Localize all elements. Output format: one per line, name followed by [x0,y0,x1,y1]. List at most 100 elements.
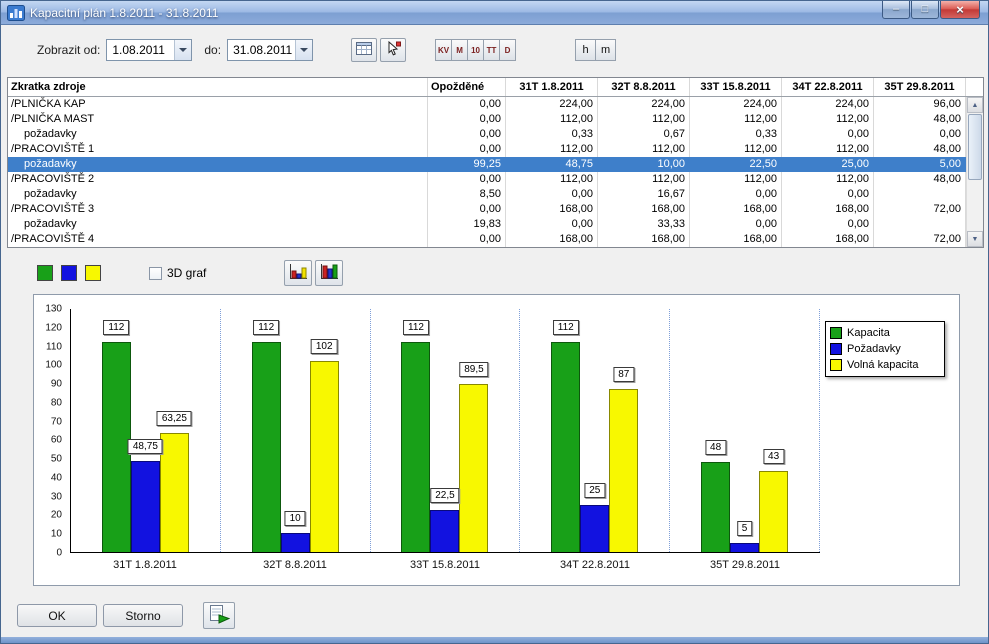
bar-volna-kapacita[interactable] [609,389,638,552]
value-cell: 112,00 [598,172,690,187]
y-tick-label: 130 [45,304,62,315]
unit-minutes-button[interactable]: m [595,39,616,61]
toolbar: Zobrazit od: 1.08.2011 do: 31.08.2011 [1,25,988,75]
column-header-resource[interactable]: Zkratka zdroje [8,78,428,96]
value-cell: 48,00 [874,172,966,187]
bar-pozadavky[interactable] [730,543,759,552]
table-row[interactable]: požadavky8,500,0016,670,000,00 [8,187,983,202]
value-cell: 0,00 [428,142,506,157]
export-excel-button[interactable] [203,602,235,629]
column-header-week-33[interactable]: 33T 15.8.2011 [690,78,782,96]
date-from-combo[interactable]: 1.08.2011 [106,39,192,61]
value-cell: 0,00 [428,202,506,217]
period-week-button[interactable]: TT [483,39,500,61]
y-tick-label: 90 [51,379,62,390]
legend-swatch[interactable] [85,265,101,281]
scroll-up-icon: ▲ [972,102,979,109]
legend-swatch[interactable] [61,265,77,281]
column-header-week-35[interactable]: 35T 29.8.2011 [874,78,966,96]
x-tick-label: 35T 29.8.2011 [670,559,820,571]
column-header-week-32[interactable]: 32T 8.8.2011 [598,78,690,96]
bar-pozadavky[interactable] [580,505,609,552]
resource-name-cell: požadavky [8,157,428,172]
bar-volna-kapacita[interactable] [759,471,788,552]
bar-slot: 5 [730,309,759,552]
app-icon [7,5,25,21]
table-row[interactable]: požadavky19,830,0033,330,000,00 [8,217,983,232]
y-tick-label: 40 [51,472,62,483]
table-row[interactable]: /PLNIČKA MAST0,00112,00112,00112,00112,0… [8,112,983,127]
pointer-tool-button[interactable] [380,38,406,62]
scroll-down-button[interactable]: ▼ [967,231,983,247]
plot-area: 11248,7563,251121010211222,589,511225874… [70,309,820,553]
chart-type-small-button[interactable] [284,260,312,286]
table-row[interactable]: /PRACOVIŠTĚ 10,00112,00112,00112,00112,0… [8,142,983,157]
bar-pozadavky[interactable] [281,533,310,552]
value-cell: 168,00 [506,232,598,247]
table-row[interactable]: /PLNIČKA KAP0,00224,00224,00224,00224,00… [8,97,983,112]
bar-slot: 48,75 [131,309,160,552]
value-cell: 0,00 [690,217,782,232]
bar-kapacita[interactable] [102,342,131,552]
window-frame-bottom [1,637,988,643]
value-cell: 16,67 [598,187,690,202]
table-row[interactable]: požadavky0,000,330,670,330,000,00 [8,127,983,142]
value-cell: 112,00 [598,142,690,157]
bar-volna-kapacita[interactable] [459,384,488,552]
period-month-button[interactable]: M [451,39,468,61]
table-row[interactable]: /PRACOVIŠTĚ 30,00168,00168,00168,00168,0… [8,202,983,217]
bar-kapacita[interactable] [252,342,281,552]
bar-volna-kapacita[interactable] [160,433,189,552]
table-body: /PLNIČKA KAP0,00224,00224,00224,00224,00… [8,97,983,247]
legend-swatch[interactable] [37,265,53,281]
checkbox-box[interactable] [149,267,162,280]
y-tick-label: 100 [45,360,62,371]
table-row[interactable]: požadavky99,2548,7510,0022,5025,005,00 [8,157,983,172]
bar-slot: 112 [401,309,430,552]
3d-graph-checkbox[interactable]: 3D graf [149,266,206,280]
bar-kapacita[interactable] [401,342,430,552]
bar-kapacita[interactable] [551,342,580,552]
value-cell [874,217,966,232]
chart-type-large-button[interactable] [315,260,343,286]
close-button[interactable]: × [940,1,980,19]
value-cell: 0,00 [874,127,966,142]
period-day-button[interactable]: D [499,39,516,61]
value-cell: 168,00 [782,232,874,247]
storno-button[interactable]: Storno [103,604,183,627]
bar-pozadavky[interactable] [131,461,160,553]
value-cell: 168,00 [782,202,874,217]
recalculate-button[interactable] [351,38,377,62]
date-from-dropdown-button[interactable] [174,40,191,60]
x-tick-label: 31T 1.8.2011 [70,559,220,571]
column-header-week-34[interactable]: 34T 22.8.2011 [782,78,874,96]
x-axis-labels: 31T 1.8.201132T 8.8.201133T 15.8.201134T… [70,559,820,571]
ok-button[interactable]: OK [17,604,97,627]
scrollbar-thumb[interactable] [968,114,982,180]
resource-name-cell: /PRACOVIŠTĚ 2 [8,172,428,187]
date-to-combo[interactable]: 31.08.2011 [227,39,313,61]
bar-volna-kapacita[interactable] [310,361,339,552]
period-decade-button[interactable]: 10 [467,39,484,61]
column-header-week-31[interactable]: 31T 1.8.2011 [506,78,598,96]
value-cell: 0,33 [506,127,598,142]
resource-name-cell: /PRACOVIŠTĚ 3 [8,202,428,217]
scroll-up-button[interactable]: ▲ [967,97,983,113]
table-row[interactable]: /PRACOVIŠTĚ 20,00112,00112,00112,00112,0… [8,172,983,187]
unit-hours-button[interactable]: h [575,39,596,61]
bar-value-label: 48 [705,440,726,455]
column-header-delayed[interactable]: Opožděné [428,78,506,96]
value-cell: 5,00 [874,157,966,172]
minimize-button[interactable]: – [882,1,910,19]
date-to-dropdown-button[interactable] [295,40,312,60]
bar-value-label: 22,5 [430,488,459,503]
bar-pozadavky[interactable] [430,510,459,552]
value-cell: 168,00 [690,232,782,247]
vertical-scrollbar[interactable]: ▲ ▼ [966,97,983,247]
bar-kapacita[interactable] [701,462,730,552]
period-kv-button[interactable]: KV [435,39,452,61]
maximize-button[interactable]: □ [911,1,939,19]
y-tick-label: 60 [51,435,62,446]
table-row[interactable]: /PRACOVIŠTĚ 40,00168,00168,00168,00168,0… [8,232,983,247]
capacity-table: Zkratka zdroje Opožděné 31T 1.8.2011 32T… [7,77,984,248]
